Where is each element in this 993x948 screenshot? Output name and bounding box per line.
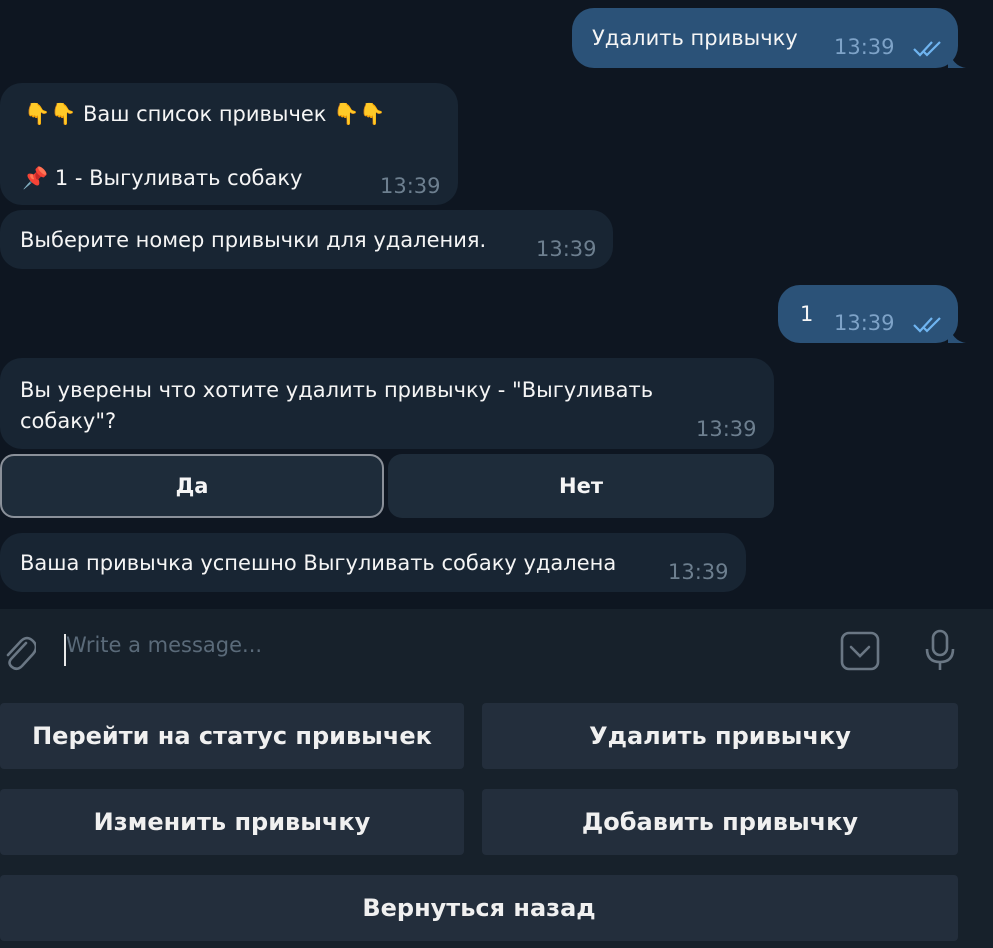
message-input[interactable]: Write a message... [66, 633, 262, 657]
message-time: 13:39 [668, 560, 729, 584]
delete-habit-button[interactable]: Удалить привычку [482, 703, 958, 769]
microphone-icon[interactable] [922, 629, 958, 673]
message-text: 👇👇 Ваш список привычек 👇👇 [24, 102, 386, 126]
message-text: 1 [800, 302, 814, 326]
message-text: Удалить привычку [592, 26, 798, 50]
outgoing-message[interactable]: 1 13:39 [778, 285, 958, 343]
message-text: Ваша привычка успешно Выгуливать собаку … [20, 551, 617, 575]
incoming-message[interactable]: 👇👇 Ваш список привычек 👇👇 📌 1 - Выгулива… [0, 83, 458, 205]
incoming-message[interactable]: Ваша привычка успешно Выгуливать собаку … [0, 533, 746, 592]
message-text: Выберите номер привычки для удаления. [20, 228, 487, 252]
text-cursor [64, 634, 66, 666]
message-time: 13:39 [380, 174, 441, 198]
back-button[interactable]: Вернуться назад [0, 875, 958, 941]
message-time: 13:39 [834, 311, 895, 335]
reply-keyboard: Перейти на статус привычек Удалить привы… [0, 691, 993, 948]
inline-no-button[interactable]: Нет [388, 454, 774, 518]
incoming-message[interactable]: Выберите номер привычки для удаления. 13… [0, 210, 613, 269]
incoming-message[interactable]: Вы уверены что хотите удалить привычку -… [0, 358, 774, 449]
status-habits-button[interactable]: Перейти на статус привычек [0, 703, 464, 769]
read-receipt-icon [913, 317, 941, 333]
message-time: 13:39 [696, 417, 757, 441]
bubble-tail [948, 48, 966, 68]
message-time: 13:39 [536, 237, 597, 261]
outgoing-message[interactable]: Удалить привычку 13:39 [572, 8, 958, 68]
emoji-keyboard-icon[interactable] [840, 631, 880, 671]
edit-habit-button[interactable]: Изменить привычку [0, 789, 464, 855]
bubble-tail [948, 323, 966, 343]
add-habit-button[interactable]: Добавить привычку [482, 789, 958, 855]
inline-yes-button[interactable]: Да [0, 454, 384, 518]
message-text: Вы уверены что хотите удалить привычку -… [20, 378, 654, 402]
chat-history: Удалить привычку 13:39 👇👇 Ваш список при… [0, 0, 993, 609]
message-text: 📌 1 - Выгуливать собаку [22, 166, 303, 190]
message-composer: Write a message... [0, 609, 993, 691]
attach-icon[interactable] [0, 631, 36, 671]
message-text: собаку"? [20, 409, 117, 433]
message-time: 13:39 [834, 35, 895, 59]
read-receipt-icon [913, 41, 941, 57]
